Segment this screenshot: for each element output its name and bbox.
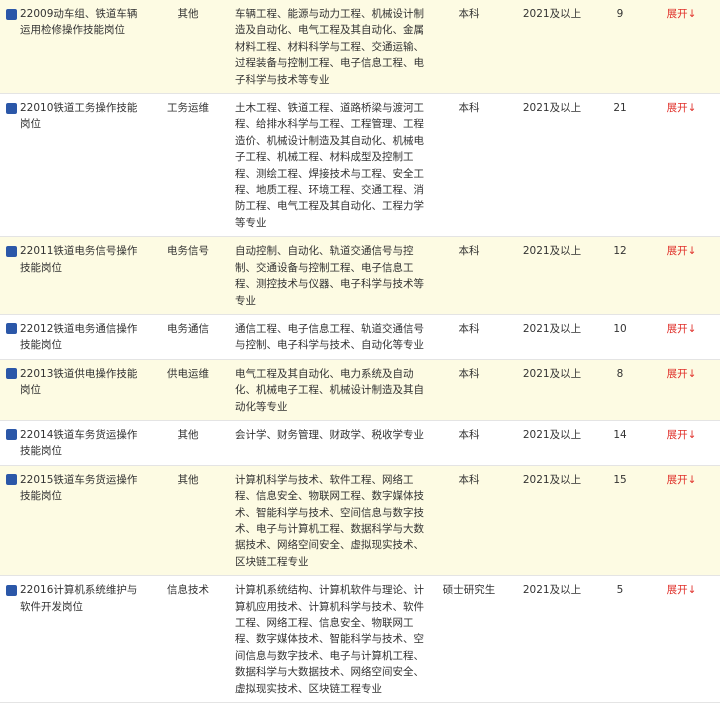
position-type: 电务信号 xyxy=(145,236,231,315)
position-cell: 22015铁道车务货运操作技能岗位 xyxy=(0,465,145,576)
position-type: 供电运维 xyxy=(145,359,231,421)
graduation-year: 2021及以上 xyxy=(507,359,597,421)
bullet-square-icon xyxy=(6,8,17,20)
position-cell: 22010铁道工务操作技能岗位 xyxy=(0,93,145,237)
education-level: 本科 xyxy=(431,0,507,94)
position-name: 22015铁道车务货运操作技能岗位 xyxy=(20,473,138,503)
expand-toggle[interactable]: 展开↓ xyxy=(643,465,720,576)
education-level: 本科 xyxy=(431,314,507,360)
education-level: 本科 xyxy=(431,236,507,315)
bullet-square-icon xyxy=(6,368,17,380)
expand-label[interactable]: 展开 xyxy=(667,8,688,20)
education-level: 本科 xyxy=(431,420,507,466)
hiring-count: 10 xyxy=(597,314,643,360)
position-name: 22014铁道车务货运操作技能岗位 xyxy=(20,428,138,458)
expand-toggle[interactable]: 展开↓ xyxy=(643,236,720,315)
graduation-year: 2021及以上 xyxy=(507,420,597,466)
expand-label[interactable]: 展开 xyxy=(667,368,688,380)
position-name: 22010铁道工务操作技能岗位 xyxy=(20,102,138,131)
expand-toggle[interactable]: 展开↓ xyxy=(643,420,720,466)
expand-label[interactable]: 展开 xyxy=(667,102,688,114)
expand-toggle[interactable]: 展开↓ xyxy=(643,314,720,360)
expand-toggle[interactable]: 展开↓ xyxy=(643,93,720,237)
arrow-down-icon[interactable]: ↓ xyxy=(688,474,697,486)
table-row: 22013铁道供电操作技能岗位 供电运维 电气工程及其自动化、电力系统及自动化、… xyxy=(0,359,720,421)
position-cell: 22009动车组、铁道车辆运用检修操作技能岗位 xyxy=(0,0,145,94)
arrow-down-icon[interactable]: ↓ xyxy=(688,102,697,114)
expand-label[interactable]: 展开 xyxy=(667,245,688,257)
expand-label[interactable]: 展开 xyxy=(667,429,688,441)
position-cell: 22012铁道电务通信操作技能岗位 xyxy=(0,314,145,360)
position-type: 其他 xyxy=(145,465,231,576)
position-name: 22013铁道供电操作技能岗位 xyxy=(20,367,138,397)
major-requirements: 计算机科学与技术、软件工程、网络工程、信息安全、物联网工程、数字媒体技术、智能科… xyxy=(231,465,431,576)
position-cell: 22016计算机系统维护与软件开发岗位 xyxy=(0,575,145,703)
major-requirements: 计算机系统结构、计算机软件与理论、计算机应用技术、计算机科学与技术、软件工程、网… xyxy=(231,575,431,703)
major-requirements: 电气工程及其自动化、电力系统及自动化、机械电子工程、机械设计制造及其自动化等专业 xyxy=(231,359,431,421)
arrow-down-icon[interactable]: ↓ xyxy=(688,323,697,335)
position-name: 22016计算机系统维护与软件开发岗位 xyxy=(20,584,138,613)
expand-toggle[interactable]: 展开↓ xyxy=(643,0,720,94)
table-row: 22014铁道车务货运操作技能岗位 其他 会计学、财务管理、财政学、税收学专业 … xyxy=(0,420,720,466)
table-body: 22009动车组、铁道车辆运用检修操作技能岗位 其他 车辆工程、能源与动力工程、… xyxy=(0,0,720,703)
arrow-down-icon[interactable]: ↓ xyxy=(688,245,697,257)
arrow-down-icon[interactable]: ↓ xyxy=(688,8,697,20)
position-cell: 22013铁道供电操作技能岗位 xyxy=(0,359,145,421)
hiring-count: 8 xyxy=(597,359,643,421)
major-requirements: 自动控制、自动化、轨道交通信号与控制、交通设备与控制工程、电子信息工程、测控技术… xyxy=(231,236,431,315)
position-type: 电务通信 xyxy=(145,314,231,360)
position-cell: 22011铁道电务信号操作技能岗位 xyxy=(0,236,145,315)
position-name: 22011铁道电务信号操作技能岗位 xyxy=(20,245,138,274)
bullet-square-icon xyxy=(6,429,17,441)
expand-toggle[interactable]: 展开↓ xyxy=(643,575,720,703)
job-positions-table: 22009动车组、铁道车辆运用检修操作技能岗位 其他 车辆工程、能源与动力工程、… xyxy=(0,0,720,703)
bullet-square-icon xyxy=(6,584,17,596)
bullet-square-icon xyxy=(6,323,17,335)
table-row: 22011铁道电务信号操作技能岗位 电务信号 自动控制、自动化、轨道交通信号与控… xyxy=(0,236,720,315)
position-cell: 22014铁道车务货运操作技能岗位 xyxy=(0,420,145,466)
education-level: 本科 xyxy=(431,359,507,421)
arrow-down-icon[interactable]: ↓ xyxy=(688,584,697,596)
expand-toggle[interactable]: 展开↓ xyxy=(643,359,720,421)
hiring-count: 12 xyxy=(597,236,643,315)
bullet-square-icon xyxy=(6,474,17,486)
graduation-year: 2021及以上 xyxy=(507,0,597,94)
table-row: 22015铁道车务货运操作技能岗位 其他 计算机科学与技术、软件工程、网络工程、… xyxy=(0,465,720,576)
arrow-down-icon[interactable]: ↓ xyxy=(688,368,697,380)
position-name: 22012铁道电务通信操作技能岗位 xyxy=(20,322,138,352)
graduation-year: 2021及以上 xyxy=(507,236,597,315)
position-type: 其他 xyxy=(145,0,231,94)
education-level: 本科 xyxy=(431,465,507,576)
graduation-year: 2021及以上 xyxy=(507,93,597,237)
table-row: 22016计算机系统维护与软件开发岗位 信息技术 计算机系统结构、计算机软件与理… xyxy=(0,575,720,703)
education-level: 硕士研究生 xyxy=(431,575,507,703)
expand-label[interactable]: 展开 xyxy=(667,584,688,596)
arrow-down-icon[interactable]: ↓ xyxy=(688,429,697,441)
expand-label[interactable]: 展开 xyxy=(667,474,688,486)
major-requirements: 车辆工程、能源与动力工程、机械设计制造及自动化、电气工程及其自动化、金属材料工程… xyxy=(231,0,431,94)
hiring-count: 14 xyxy=(597,420,643,466)
major-requirements: 会计学、财务管理、财政学、税收学专业 xyxy=(231,420,431,466)
hiring-count: 15 xyxy=(597,465,643,576)
position-type: 其他 xyxy=(145,420,231,466)
position-type: 信息技术 xyxy=(145,575,231,703)
major-requirements: 通信工程、电子信息工程、轨道交通信号与控制、电子科学与技术、自动化等专业 xyxy=(231,314,431,360)
position-name: 22009动车组、铁道车辆运用检修操作技能岗位 xyxy=(20,8,138,37)
graduation-year: 2021及以上 xyxy=(507,575,597,703)
expand-label[interactable]: 展开 xyxy=(667,323,688,335)
bullet-square-icon xyxy=(6,245,17,257)
table-row: 22012铁道电务通信操作技能岗位 电务通信 通信工程、电子信息工程、轨道交通信… xyxy=(0,314,720,360)
hiring-count: 21 xyxy=(597,93,643,237)
bullet-square-icon xyxy=(6,102,17,114)
hiring-count: 5 xyxy=(597,575,643,703)
position-type: 工务运维 xyxy=(145,93,231,237)
graduation-year: 2021及以上 xyxy=(507,465,597,576)
graduation-year: 2021及以上 xyxy=(507,314,597,360)
education-level: 本科 xyxy=(431,93,507,237)
table-row: 22009动车组、铁道车辆运用检修操作技能岗位 其他 车辆工程、能源与动力工程、… xyxy=(0,0,720,94)
table-row: 22010铁道工务操作技能岗位 工务运维 土木工程、铁道工程、道路桥梁与渡河工程… xyxy=(0,93,720,237)
major-requirements: 土木工程、铁道工程、道路桥梁与渡河工程、给排水科学与工程、工程管理、工程造价、机… xyxy=(231,93,431,237)
hiring-count: 9 xyxy=(597,0,643,94)
